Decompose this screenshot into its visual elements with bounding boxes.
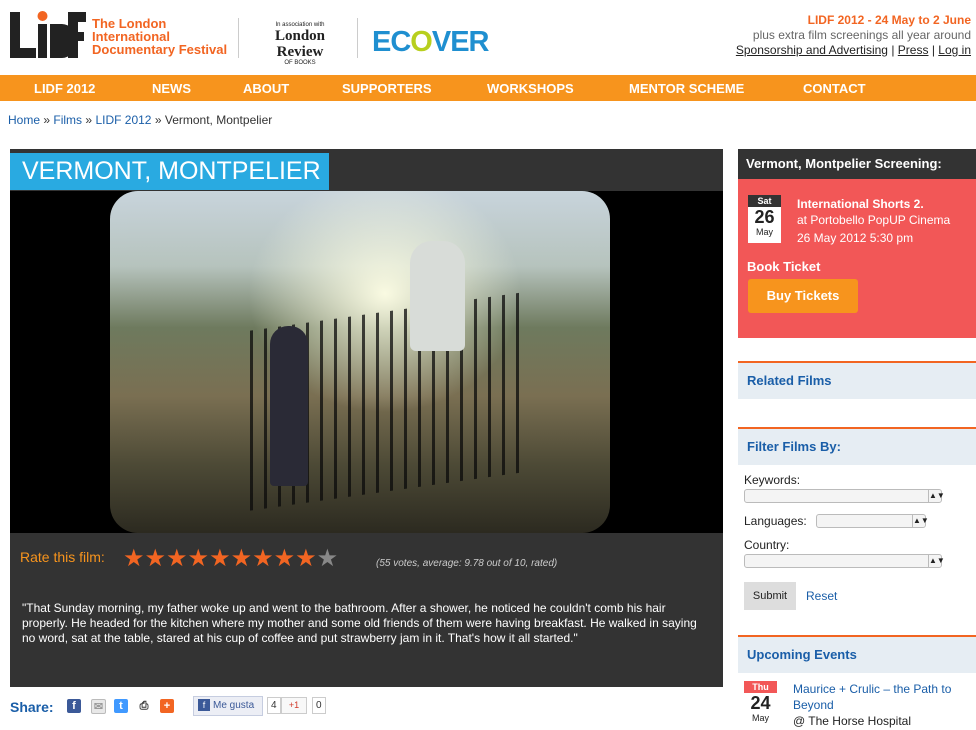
chevron-updown-icon: ▲▼ [928,555,945,567]
twitter-icon[interactable]: t [114,699,128,713]
film-title: VERMONT, MONTPELIER [10,153,329,190]
like-count: 4 [267,697,281,714]
filter-films-heading: Filter Films By: [738,427,976,465]
header-divider [238,18,239,58]
london-review-logo[interactable]: In association with London Review OF BOO… [252,22,348,66]
gplus-count: 0 [312,697,326,714]
print-icon[interactable]: ⎙ [137,699,151,713]
login-link[interactable]: Log in [938,43,971,57]
related-films-heading[interactable]: Related Films [738,361,976,399]
film-synopsis: "That Sunday morning, my father woke up … [22,601,697,645]
upcoming-date: Thu 24 May [744,681,777,730]
reset-link[interactable]: Reset [806,589,837,603]
rating-row: Rate this film: ★★★★★★★★★★ (55 votes, av… [10,541,723,581]
ecover-logo[interactable]: ECOVER [372,26,489,59]
screening-time: 26 May 2012 5:30 pm [797,231,914,245]
screening-box: Sat 26 May International Shorts 2. at Po… [738,179,976,338]
film-panel: VERMONT, MONTPELIER Rate this film: ★★★★… [10,149,723,687]
lidf-logo[interactable] [8,10,88,60]
sponsorship-link[interactable]: Sponsorship and Advertising [736,43,888,57]
nav-item-about[interactable]: ABOUT [243,81,289,96]
screening-venue: at Portobello PopUP Cinema [797,213,951,227]
nav-item-lidf-2012[interactable]: LIDF 2012 [34,81,95,96]
star-filled-icons[interactable]: ★★★★★★★★★ [123,545,317,572]
country-label: Country: [744,538,790,552]
submit-button[interactable]: Submit [744,582,796,610]
chevron-updown-icon: ▲▼ [928,490,945,502]
nav-item-news[interactable]: NEWS [152,81,191,96]
languages-select[interactable]: ▲▼ [816,514,929,528]
facebook-like-button[interactable]: f Me gusta [193,696,263,716]
facebook-icon[interactable]: f [67,699,81,713]
country-select[interactable]: ▲▼ [744,554,945,568]
header-divider [357,18,358,58]
breadcrumb-lidf-2012[interactable]: LIDF 2012 [95,113,151,127]
header-links: Sponsorship and Advertising | Press | Lo… [735,43,971,57]
breadcrumb-home[interactable]: Home [8,113,40,127]
book-ticket-label: Book Ticket [747,259,821,274]
nav-item-contact[interactable]: CONTACT [803,81,866,96]
rating-label: Rate this film: [20,549,105,565]
chevron-updown-icon: ▲▼ [912,515,929,527]
facebook-like-icon: f [198,699,210,712]
buy-tickets-button[interactable]: Buy Tickets [748,279,858,313]
rating-stars[interactable]: ★★★★★★★★★★ [123,544,338,573]
nav-item-supporters[interactable]: SUPPORTERS [342,81,432,96]
breadcrumb-films[interactable]: Films [53,113,82,127]
screening-title[interactable]: International Shorts 2. [797,197,924,211]
star-partial-icon[interactable]: ★ [317,545,339,572]
main-nav: LIDF 2012 NEWS ABOUT SUPPORTERS WORKSHOP… [0,75,976,101]
share-label: Share: [10,699,54,715]
film-still-image [110,191,610,533]
figure-boy [270,326,308,486]
keywords-label: Keywords: [744,473,801,487]
festival-subtitle: plus extra film screenings all year arou… [752,28,971,42]
header-info: LIDF 2012 - 24 May to 2 June plus extra … [736,13,971,58]
upcoming-events-heading: Upcoming Events [738,635,976,673]
film-still[interactable] [10,191,723,533]
nav-item-mentor-scheme[interactable]: MENTOR SCHEME [629,81,744,96]
upcoming-event-venue: @ The Horse Hospital [793,714,912,728]
addthis-icon[interactable]: + [160,699,174,713]
screening-heading: Vermont, Montpelier Screening: [738,149,976,179]
upcoming-event-link[interactable]: Maurice + Crulic – the Path to Beyond [793,681,973,713]
keywords-select[interactable]: ▲▼ [744,489,945,503]
google-plus-button[interactable]: +1 [281,697,307,714]
email-icon[interactable]: ✉ [91,699,106,714]
breadcrumb-current: Vermont, Montpelier [164,113,273,127]
festival-dates: LIDF 2012 - 24 May to 2 June [807,13,971,27]
rating-votes: (55 votes, average: 9.78 out of 10, rate… [376,558,558,569]
figure-man [410,241,465,351]
nav-item-workshops[interactable]: WORKSHOPS [487,81,574,96]
languages-label: Languages: [744,514,807,528]
press-link[interactable]: Press [898,43,929,57]
screening-date: Sat 26 May [748,195,781,243]
festival-name[interactable]: The London International Documentary Fes… [92,17,227,56]
breadcrumb: Home » Films » LIDF 2012 » Vermont, Mont… [8,113,273,127]
site-header: The London International Documentary Fes… [0,0,976,70]
